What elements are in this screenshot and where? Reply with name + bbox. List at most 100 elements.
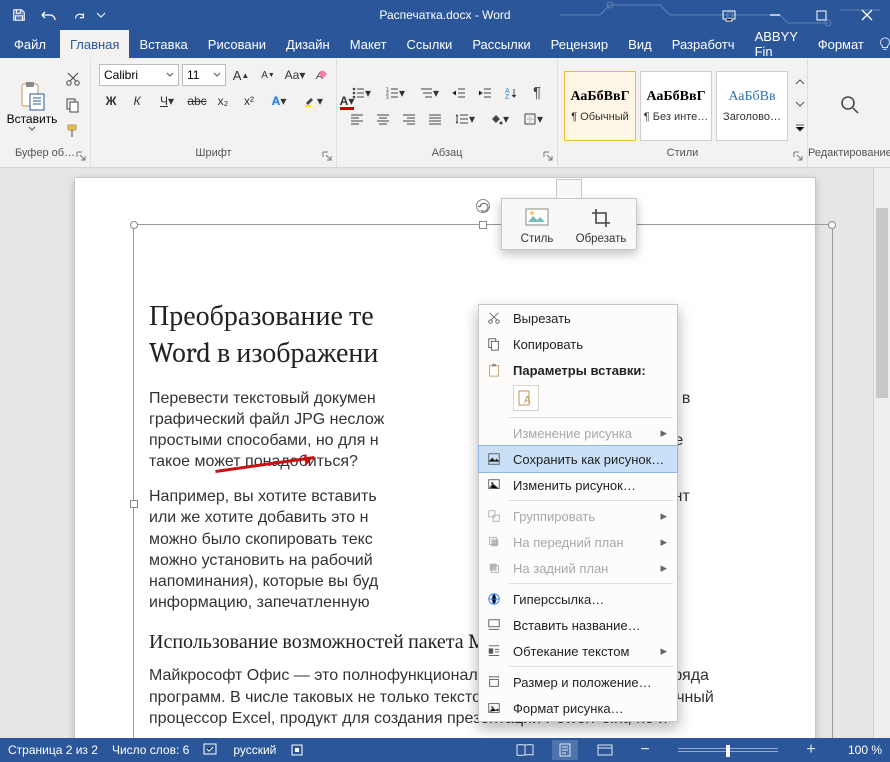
- format-picture-icon: [487, 701, 501, 715]
- styles-up-icon[interactable]: [795, 78, 805, 86]
- shrink-font-button[interactable]: A▼: [256, 64, 280, 86]
- status-word-count[interactable]: Число слов: 6: [112, 743, 189, 757]
- grow-font-button[interactable]: A▲: [229, 64, 253, 86]
- ctx-insert-caption[interactable]: Вставить название…: [479, 612, 677, 638]
- view-read-mode[interactable]: [512, 740, 538, 760]
- numbering-button[interactable]: 123▾: [379, 82, 411, 104]
- qat-customize[interactable]: [94, 2, 108, 28]
- zoom-level[interactable]: 100 %: [838, 743, 882, 757]
- status-language[interactable]: русский: [233, 743, 276, 757]
- zoom-slider-thumb[interactable]: [726, 745, 730, 757]
- view-print-layout[interactable]: [552, 740, 578, 760]
- status-macro[interactable]: [290, 743, 304, 757]
- status-page[interactable]: Страница 2 из 2: [8, 743, 98, 757]
- redo-button[interactable]: [64, 2, 94, 28]
- sort-button[interactable]: AZ: [499, 82, 523, 104]
- undo-button[interactable]: [34, 2, 64, 28]
- dialog-launcher-icon[interactable]: [75, 150, 87, 162]
- minimize-button[interactable]: [752, 0, 798, 30]
- highlight-button[interactable]: ▾: [297, 90, 329, 112]
- crop-button[interactable]: Обрезать: [576, 205, 626, 245]
- ctx-copy[interactable]: Копировать: [479, 331, 677, 357]
- style-no-spacing[interactable]: АаБбВвГ¶ Без инте…: [640, 71, 712, 141]
- zoom-in-button[interactable]: +: [798, 740, 824, 760]
- font-size-combo[interactable]: 11: [182, 64, 226, 86]
- strikethrough-button[interactable]: abc: [185, 90, 209, 112]
- align-center-button[interactable]: [371, 108, 395, 130]
- ctx-save-as-picture[interactable]: Сохранить как рисунок…: [479, 446, 677, 472]
- style-heading1[interactable]: АаБбВвЗаголово…: [716, 71, 788, 141]
- tab-draw[interactable]: Рисовани: [198, 30, 276, 58]
- resize-handle-ne[interactable]: [828, 221, 836, 229]
- copy-button[interactable]: [62, 95, 84, 115]
- zoom-out-button[interactable]: −: [632, 740, 658, 760]
- underline-button[interactable]: Ч▾: [151, 90, 183, 112]
- ctx-paste-options: A: [479, 383, 677, 415]
- justify-button[interactable]: [423, 108, 447, 130]
- close-button[interactable]: [844, 0, 890, 30]
- ctx-size-position[interactable]: Размер и положение…: [479, 669, 677, 695]
- maximize-button[interactable]: [798, 0, 844, 30]
- edit-picture-icon: [487, 478, 501, 492]
- subscript-button[interactable]: x₂: [211, 90, 235, 112]
- dialog-launcher-icon[interactable]: [792, 150, 804, 162]
- bold-button[interactable]: Ж: [99, 90, 123, 112]
- ribbon-options-button[interactable]: [706, 0, 752, 30]
- tab-mailings[interactable]: Рассылки: [462, 30, 540, 58]
- tab-layout[interactable]: Макет: [340, 30, 397, 58]
- italic-button[interactable]: К: [125, 90, 149, 112]
- tab-home[interactable]: Главная: [60, 30, 129, 58]
- format-painter-button[interactable]: [62, 121, 84, 141]
- tab-insert[interactable]: Вставка: [129, 30, 197, 58]
- dialog-launcher-icon[interactable]: [321, 150, 333, 162]
- line-spacing-button[interactable]: ▾: [449, 108, 481, 130]
- ctx-change-picture: Изменение рисунка▸: [479, 420, 677, 446]
- decrease-indent-button[interactable]: [447, 82, 471, 104]
- superscript-button[interactable]: x²: [237, 90, 261, 112]
- tab-review[interactable]: Рецензир: [541, 30, 619, 58]
- ctx-hyperlink[interactable]: Гиперссылка…: [479, 586, 677, 612]
- style-normal[interactable]: АаБбВвГ¶ Обычный: [564, 71, 636, 141]
- paste-button[interactable]: Вставить: [6, 78, 58, 132]
- multilevel-list-button[interactable]: ▾: [413, 82, 445, 104]
- shading-button[interactable]: ▾: [483, 108, 515, 130]
- paste-keep-source-button[interactable]: A: [513, 385, 539, 411]
- ctx-edit-picture[interactable]: Изменить рисунок…: [479, 472, 677, 498]
- increase-indent-button[interactable]: [473, 82, 497, 104]
- ctx-text-wrapping[interactable]: Обтекание текстом▸: [479, 638, 677, 664]
- bullets-button[interactable]: ▾: [345, 82, 377, 104]
- change-case-button[interactable]: Aa▾: [283, 64, 307, 86]
- scrollbar-thumb[interactable]: [876, 208, 888, 398]
- tab-file[interactable]: Файл: [0, 30, 60, 58]
- picture-style-button[interactable]: Стиль: [512, 205, 562, 245]
- clear-formatting-button[interactable]: A: [310, 64, 334, 86]
- tab-developer[interactable]: Разработч: [662, 30, 745, 58]
- styles-more-icon[interactable]: [795, 123, 805, 133]
- align-left-button[interactable]: [345, 108, 369, 130]
- zoom-slider[interactable]: [678, 748, 778, 752]
- tab-references[interactable]: Ссылки: [397, 30, 463, 58]
- ctx-format-picture[interactable]: Формат рисунка…: [479, 695, 677, 721]
- tab-abbyy[interactable]: ABBYY Fin: [745, 30, 808, 58]
- ribbon-tabs: Файл Главная Вставка Рисовани Дизайн Мак…: [0, 30, 890, 58]
- status-proofing[interactable]: [203, 743, 219, 757]
- vertical-scrollbar[interactable]: [873, 168, 890, 738]
- font-name-combo[interactable]: Calibri: [99, 64, 179, 86]
- styles-down-icon[interactable]: [795, 100, 805, 108]
- tab-design[interactable]: Дизайн: [276, 30, 340, 58]
- save-button[interactable]: [4, 2, 34, 28]
- text-effects-button[interactable]: A▾: [263, 90, 295, 112]
- align-right-button[interactable]: [397, 108, 421, 130]
- highlighter-icon: [303, 94, 317, 108]
- dialog-launcher-icon[interactable]: [542, 150, 554, 162]
- find-button[interactable]: [830, 85, 870, 125]
- ctx-cut[interactable]: Вырезать: [479, 305, 677, 331]
- tab-view[interactable]: Вид: [618, 30, 662, 58]
- cut-button[interactable]: [62, 69, 84, 89]
- view-web-layout[interactable]: [592, 740, 618, 760]
- borders-button[interactable]: ▾: [517, 108, 549, 130]
- tell-me[interactable]: Помощ: [878, 30, 890, 58]
- show-marks-button[interactable]: ¶: [525, 82, 549, 104]
- tab-format[interactable]: Формат: [808, 30, 874, 58]
- page[interactable]: Стиль Обрезать Вырезать Копировать Парам…: [75, 178, 815, 738]
